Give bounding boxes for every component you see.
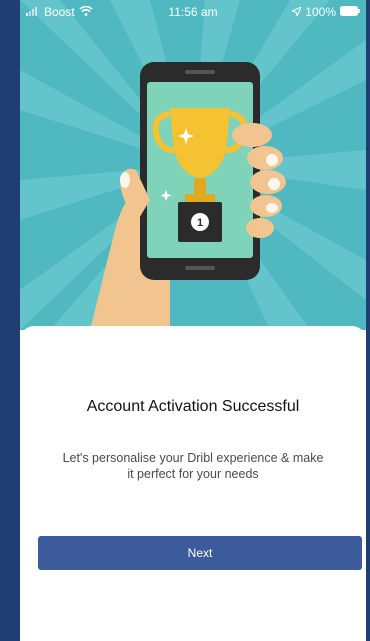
content-sheet <box>20 326 366 641</box>
battery-percent: 100% <box>305 5 336 19</box>
trophy-illustration: 1 <box>20 0 366 330</box>
battery-icon <box>340 5 360 19</box>
status-right: 100% <box>290 5 360 19</box>
next-button[interactable]: Next <box>38 536 362 570</box>
hero-illustration: 1 <box>20 0 366 330</box>
status-bar: Boost 11:56 am 100% <box>20 0 366 24</box>
phone-screen: 1 Boost 11:56 am 100% Account Activation… <box>0 0 370 641</box>
location-arrow-icon <box>290 5 303 19</box>
trophy-badge-number: 1 <box>197 217 203 229</box>
page-description: Let's personalise your Dribl experience … <box>62 451 324 481</box>
page-title: Account Activation Successful <box>86 398 300 415</box>
